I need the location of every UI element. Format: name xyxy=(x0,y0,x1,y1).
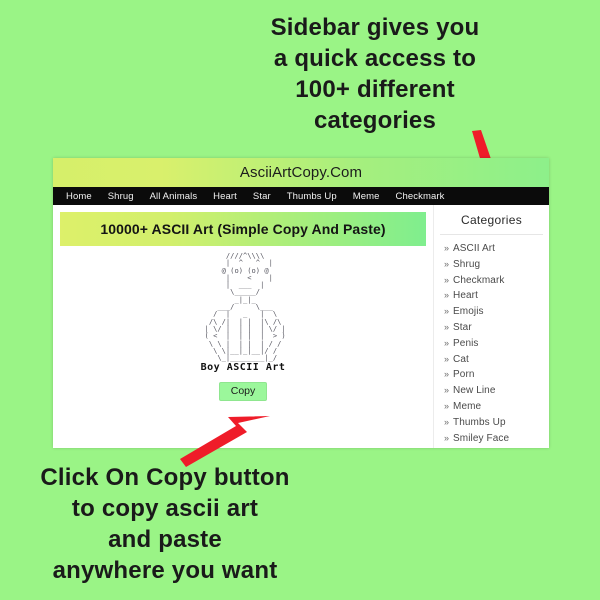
nav-item-shrug[interactable]: Shrug xyxy=(100,191,142,202)
top-caption-line-4: categories xyxy=(313,107,437,134)
chevron-right-icon: » xyxy=(444,321,450,332)
category-item-label: Cat xyxy=(453,353,469,365)
chevron-right-icon: » xyxy=(444,243,450,253)
category-item-label: Shrug xyxy=(453,258,481,270)
category-item-label: Star xyxy=(453,321,472,333)
nav-item-all-animals[interactable]: All Animals xyxy=(142,191,206,202)
bottom-caption-line-4: anywhere you want xyxy=(52,557,278,584)
chevron-right-icon: » xyxy=(444,290,450,301)
category-item-label: Meme xyxy=(453,400,482,412)
category-item-label: Smiley Face xyxy=(453,432,510,444)
chevron-right-icon: » xyxy=(444,385,450,396)
main-content: 10000+ ASCII Art (Simple Copy And Paste)… xyxy=(53,205,433,448)
category-item-label: Emojis xyxy=(453,306,484,318)
category-item-label: ASCII Art xyxy=(453,243,496,254)
ascii-art-block: ////^\\\\ | ^ ^ | @ (o) (o) @ | < | | __… xyxy=(60,251,426,402)
bottom-annotation-caption: Click On Copy button to copy ascii art a… xyxy=(0,462,330,586)
category-item[interactable]: » Thumbs Up xyxy=(434,415,549,431)
chevron-right-icon: » xyxy=(444,353,450,364)
category-item[interactable]: » Porn xyxy=(434,367,549,383)
category-item[interactable]: » Penis xyxy=(434,336,549,352)
ascii-art-figure: ////^\\\\ | ^ ^ | @ (o) (o) @ | < | | __… xyxy=(204,251,286,363)
nav-item-thumbs-up[interactable]: Thumbs Up xyxy=(279,191,345,202)
bottom-caption-line-1: Click On Copy button xyxy=(40,464,290,491)
category-item[interactable]: » Emojis xyxy=(434,304,549,320)
nav-item-checkmark[interactable]: Checkmark xyxy=(388,191,453,202)
chevron-right-icon: » xyxy=(444,400,450,411)
ascii-art-label: Boy ASCII Art xyxy=(200,362,286,374)
nav-item-meme[interactable]: Meme xyxy=(345,191,388,202)
category-item[interactable]: » ASCII Art xyxy=(434,241,549,257)
category-item-label: Heart xyxy=(453,290,478,302)
categories-sidebar: Categories » ASCII Art» Shrug» Checkmark» He… xyxy=(433,205,549,448)
category-item[interactable]: » New Line xyxy=(434,383,549,399)
chevron-right-icon: » xyxy=(444,432,450,443)
copy-button[interactable]: Copy xyxy=(218,382,268,402)
chevron-right-icon: » xyxy=(444,274,450,285)
chevron-right-icon: » xyxy=(444,258,450,269)
top-caption-line-3: 100+ different xyxy=(295,76,455,103)
category-item-label: Thumbs Up xyxy=(453,416,506,428)
bottom-caption-line-3: and paste xyxy=(108,526,222,553)
top-caption-line-1: Sidebar gives you xyxy=(270,14,480,41)
chevron-right-icon: » xyxy=(444,306,450,317)
sidebar-title: Categories xyxy=(440,213,543,235)
nav-item-heart[interactable]: Heart xyxy=(205,191,245,202)
page-title: 10000+ ASCII Art (Simple Copy And Paste) xyxy=(60,212,426,246)
bottom-caption-line-2: to copy ascii art xyxy=(71,495,259,522)
nav-item-star[interactable]: Star xyxy=(245,191,279,202)
site-header: AsciiArtCopy.Com xyxy=(53,158,549,187)
website-screenshot-panel: AsciiArtCopy.Com Home Shrug All Animals … xyxy=(53,158,549,448)
category-item-label: Porn xyxy=(453,369,475,381)
category-item-label: Checkmark xyxy=(453,274,505,286)
categories-list: » ASCII Art» Shrug» Checkmark» Heart» Emojis»… xyxy=(434,241,549,446)
category-item-label: Penis xyxy=(453,337,479,349)
category-item[interactable]: » Checkmark xyxy=(434,273,549,289)
category-item[interactable]: » Meme xyxy=(434,399,549,415)
chevron-right-icon: » xyxy=(444,416,450,427)
category-item[interactable]: » Heart xyxy=(434,288,549,304)
nav-item-home[interactable]: Home xyxy=(58,191,100,202)
category-item[interactable]: » Star xyxy=(434,320,549,336)
category-item[interactable]: » Smiley Face xyxy=(434,431,549,447)
category-item[interactable]: » Shrug xyxy=(434,257,549,273)
site-navigation-bar: Home Shrug All Animals Heart Star Thumbs… xyxy=(53,187,549,205)
category-item-label: New Line xyxy=(453,385,496,397)
site-title: AsciiArtCopy.Com xyxy=(239,164,363,181)
top-annotation-caption: Sidebar gives you a quick access to 100+… xyxy=(0,12,600,136)
chevron-right-icon: » xyxy=(444,369,450,380)
page-body: 10000+ ASCII Art (Simple Copy And Paste)… xyxy=(53,205,549,448)
chevron-right-icon: » xyxy=(444,337,450,348)
top-caption-line-2: a quick access to xyxy=(273,45,477,72)
category-item[interactable]: » Cat xyxy=(434,352,549,368)
